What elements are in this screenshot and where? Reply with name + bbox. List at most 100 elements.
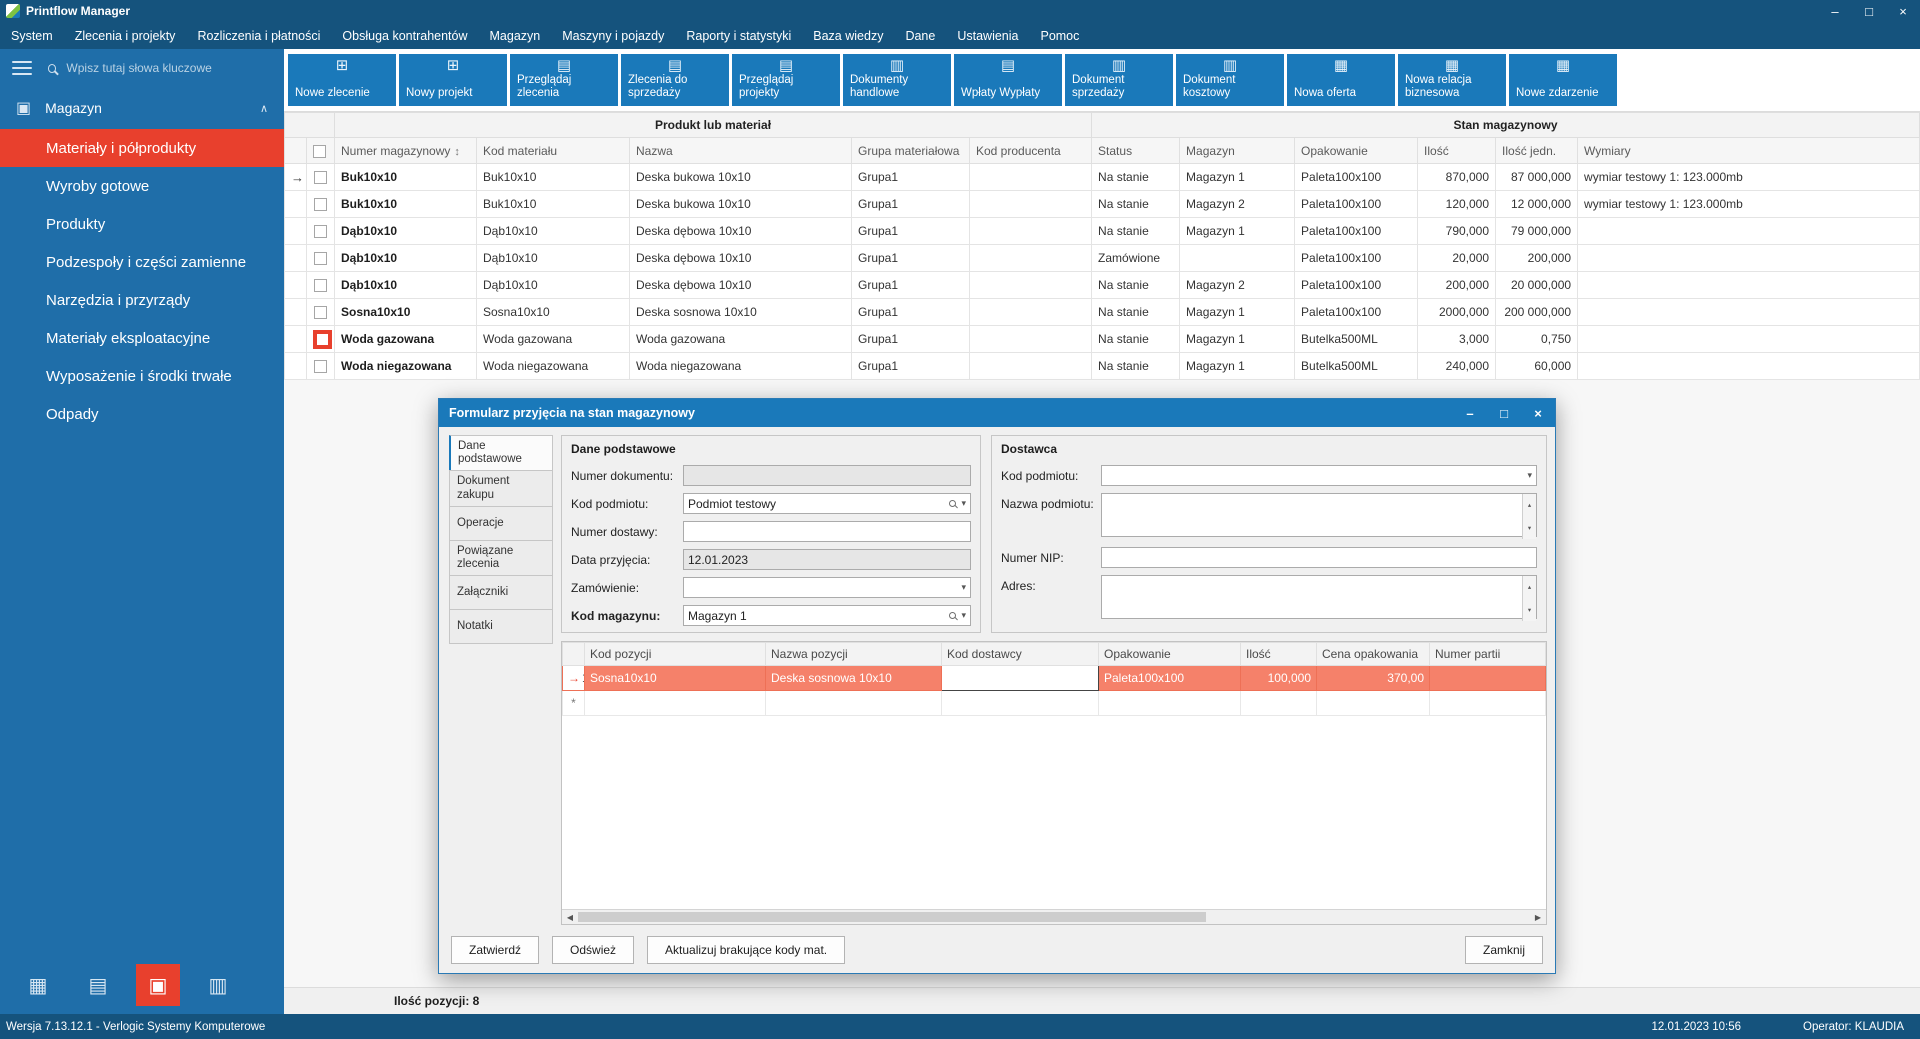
table-row[interactable]: → Dąb10x10 Dąb10x10 Deska dębowa 10x10 G… bbox=[285, 245, 1920, 272]
items-column-header[interactable]: Opakowanie bbox=[1099, 643, 1241, 666]
kod-magazynu-input[interactable] bbox=[683, 605, 971, 626]
items-column-header[interactable]: Ilość bbox=[1241, 643, 1317, 666]
zamowienie-input[interactable] bbox=[683, 577, 971, 598]
column-header[interactable]: Wymiary bbox=[1578, 138, 1920, 164]
dialog-tab[interactable]: Dokument zakupu bbox=[449, 470, 553, 506]
minimize-button[interactable]: – bbox=[1818, 0, 1852, 22]
toolbar-button[interactable]: ▤ Przeglądaj zlecenia bbox=[510, 54, 618, 106]
spinner-control[interactable]: ▴▾ bbox=[1522, 494, 1536, 539]
items-column-header[interactable]: Kod pozycji bbox=[585, 643, 766, 666]
sidebar-item[interactable]: Materiały i półprodukty bbox=[0, 129, 284, 167]
zatwierdz-button[interactable]: Zatwierdź bbox=[451, 936, 539, 964]
toolbar-button[interactable]: ⊞ Nowe zlecenie bbox=[288, 54, 396, 106]
column-header[interactable]: Grupa materiałowa bbox=[852, 138, 970, 164]
spin-down-icon[interactable]: ▾ bbox=[1528, 524, 1531, 532]
cell-kod-dostawcy[interactable] bbox=[942, 691, 1099, 716]
select-all-checkbox[interactable] bbox=[313, 145, 326, 158]
archive-icon[interactable]: ▦ bbox=[16, 964, 60, 1006]
scroll-left-icon[interactable]: ◀ bbox=[562, 913, 578, 922]
lookup-icon[interactable] bbox=[949, 500, 956, 507]
sidebar-item[interactable]: Narzędzia i przyrządy bbox=[0, 281, 284, 319]
reports-icon[interactable]: ▤ bbox=[76, 964, 120, 1006]
menu-item[interactable]: Obsługa kontrahentów bbox=[331, 22, 478, 49]
nazwa-podmiotu-input[interactable] bbox=[1101, 493, 1537, 537]
toolbar-button[interactable]: ▤ Wpłaty Wypłaty bbox=[954, 54, 1062, 106]
table-row[interactable]: → Sosna10x10 Sosna10x10 Deska sosnowa 10… bbox=[285, 299, 1920, 326]
adres-input[interactable] bbox=[1101, 575, 1537, 619]
toolbar-button[interactable]: ▤ Zlecenia do sprzedaży bbox=[621, 54, 729, 106]
search-input[interactable] bbox=[66, 61, 272, 75]
zamknij-button[interactable]: Zamknij bbox=[1465, 936, 1543, 964]
menu-item[interactable]: Zlecenia i projekty bbox=[64, 22, 187, 49]
dropdown-icon[interactable]: ▾ bbox=[1527, 470, 1532, 481]
column-header[interactable]: Ilość jedn. bbox=[1496, 138, 1578, 164]
row-checkbox[interactable] bbox=[314, 198, 327, 211]
table-row[interactable]: → Buk10x10 Buk10x10 Deska bukowa 10x10 G… bbox=[285, 191, 1920, 218]
dialog-tab[interactable]: Notatki bbox=[449, 609, 553, 644]
spinner-control[interactable]: ▴▾ bbox=[1522, 576, 1536, 621]
menu-item[interactable]: Pomoc bbox=[1029, 22, 1090, 49]
scroll-right-icon[interactable]: ▶ bbox=[1530, 913, 1546, 922]
sidebar-item[interactable]: Materiały eksploatacyjne bbox=[0, 319, 284, 357]
menu-item[interactable]: Rozliczenia i płatności bbox=[186, 22, 331, 49]
aktualizuj-kody-button[interactable]: Aktualizuj brakujące kody mat. bbox=[647, 936, 845, 964]
column-header[interactable]: Ilość bbox=[1418, 138, 1496, 164]
sidebar-item[interactable]: Wyposażenie i środki trwałe bbox=[0, 357, 284, 395]
toolbar-button[interactable]: ▥ Dokument sprzedaży bbox=[1065, 54, 1173, 106]
items-column-header[interactable]: Numer partii bbox=[1430, 643, 1546, 666]
column-header[interactable]: Kod materiału bbox=[477, 138, 630, 164]
row-checkbox[interactable] bbox=[313, 330, 332, 349]
kod-podmiotu-input[interactable] bbox=[683, 493, 971, 514]
menu-item[interactable]: Maszyny i pojazdy bbox=[551, 22, 675, 49]
sidebar-section-magazyn[interactable]: ▣ Magazyn ∧ bbox=[0, 87, 284, 129]
row-checkbox[interactable] bbox=[314, 171, 327, 184]
sidebar-item[interactable]: Podzespoły i części zamienne bbox=[0, 243, 284, 281]
menu-item[interactable]: Ustawienia bbox=[946, 22, 1029, 49]
toolbar-button[interactable]: ▦ Nowa oferta bbox=[1287, 54, 1395, 106]
row-checkbox[interactable] bbox=[314, 306, 327, 319]
table-row[interactable]: → Dąb10x10 Dąb10x10 Deska dębowa 10x10 G… bbox=[285, 272, 1920, 299]
row-checkbox[interactable] bbox=[314, 252, 327, 265]
items-row[interactable]: →* bbox=[563, 691, 1546, 716]
sidebar-item[interactable]: Odpady bbox=[0, 395, 284, 433]
table-row[interactable]: → Woda niegazowana Woda niegazowana Woda… bbox=[285, 353, 1920, 380]
dialog-tab[interactable]: Powiązane zlecenia bbox=[449, 540, 553, 576]
dialog-maximize-button[interactable]: □ bbox=[1487, 399, 1521, 427]
menu-item[interactable]: Dane bbox=[894, 22, 946, 49]
column-header[interactable]: Numer magazynowy↕ bbox=[335, 138, 477, 164]
column-header[interactable]: Status bbox=[1092, 138, 1180, 164]
cell-kod-dostawcy[interactable] bbox=[942, 666, 1099, 691]
dostawca-kod-podmiotu-input[interactable] bbox=[1101, 465, 1537, 486]
menu-item[interactable]: Baza wiedzy bbox=[802, 22, 894, 49]
table-row[interactable]: → Dąb10x10 Dąb10x10 Deska dębowa 10x10 G… bbox=[285, 218, 1920, 245]
warehouse-icon[interactable]: ▣ bbox=[136, 964, 180, 1006]
tools-icon[interactable]: ▥ bbox=[196, 964, 240, 1006]
spin-down-icon[interactable]: ▾ bbox=[1528, 606, 1531, 614]
numer-nip-input[interactable] bbox=[1101, 547, 1537, 568]
toolbar-button[interactable]: ▦ Nowe zdarzenie bbox=[1509, 54, 1617, 106]
dropdown-icon[interactable]: ▾ bbox=[961, 498, 966, 509]
column-header[interactable]: Kod producenta bbox=[970, 138, 1092, 164]
items-column-header[interactable]: Kod dostawcy bbox=[942, 643, 1099, 666]
dialog-minimize-button[interactable]: – bbox=[1453, 399, 1487, 427]
items-row[interactable]: →1 Sosna10x10 Deska sosnowa 10x10 Paleta… bbox=[563, 666, 1546, 691]
row-checkbox[interactable] bbox=[314, 360, 327, 373]
toolbar-button[interactable]: ▤ Przeglądaj projekty bbox=[732, 54, 840, 106]
items-column-header[interactable]: Nazwa pozycji bbox=[766, 643, 942, 666]
dialog-tab[interactable]: Załączniki bbox=[449, 575, 553, 610]
sidebar-item[interactable]: Produkty bbox=[0, 205, 284, 243]
toolbar-button[interactable]: ▥ Dokument kosztowy bbox=[1176, 54, 1284, 106]
lookup-icon[interactable] bbox=[949, 612, 956, 619]
maximize-button[interactable]: □ bbox=[1852, 0, 1886, 22]
sidebar-item[interactable]: Wyroby gotowe bbox=[0, 167, 284, 205]
spin-up-icon[interactable]: ▴ bbox=[1528, 583, 1531, 591]
column-header[interactable]: Magazyn bbox=[1180, 138, 1295, 164]
row-checkbox[interactable] bbox=[314, 225, 327, 238]
hamburger-menu-icon[interactable] bbox=[12, 57, 32, 79]
numer-dokumentu-input[interactable] bbox=[683, 465, 971, 486]
dropdown-icon[interactable]: ▾ bbox=[961, 582, 966, 593]
dialog-tab[interactable]: Dane podstawowe bbox=[449, 435, 553, 471]
menu-item[interactable]: Magazyn bbox=[479, 22, 552, 49]
close-button[interactable]: × bbox=[1886, 0, 1920, 22]
dialog-close-button[interactable]: × bbox=[1521, 399, 1555, 427]
